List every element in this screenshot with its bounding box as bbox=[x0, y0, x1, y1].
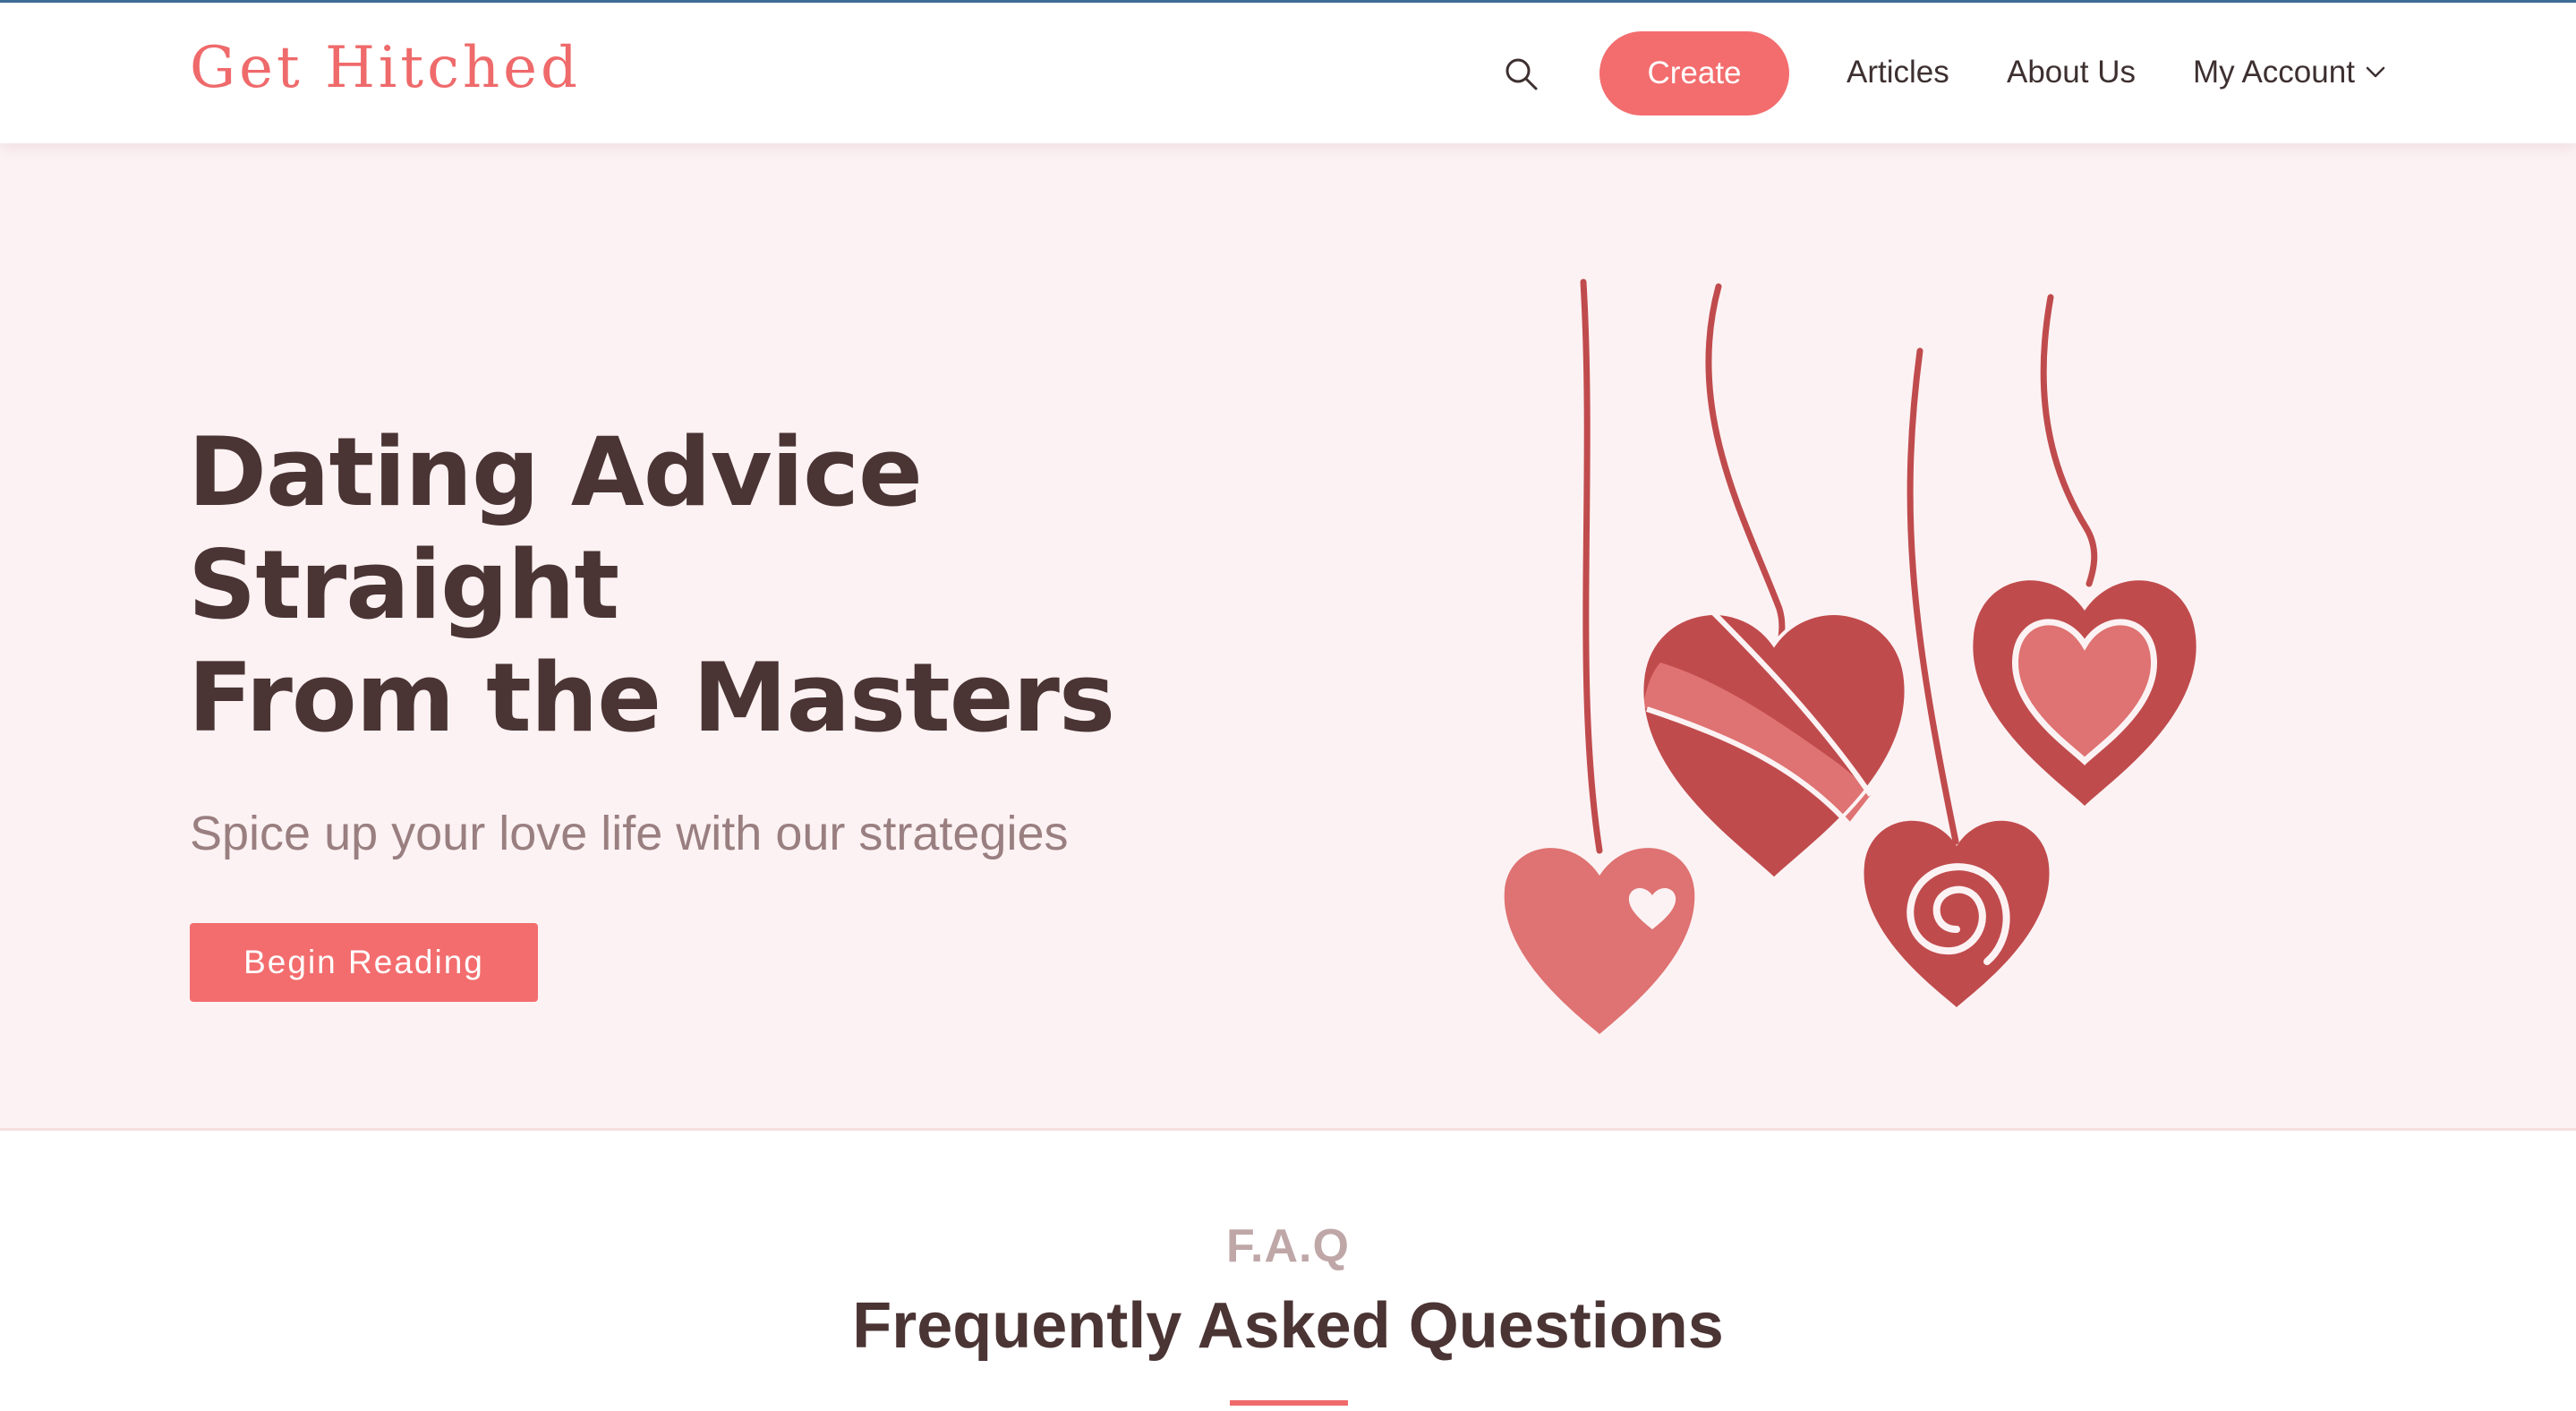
heart-string-4 bbox=[2040, 294, 2098, 587]
create-button[interactable]: Create bbox=[1599, 31, 1789, 115]
hero-title: Dating Advice Straight From the Masters bbox=[188, 416, 1352, 755]
heart-banded bbox=[1640, 606, 1908, 882]
hero-title-line-2: From the Masters bbox=[188, 643, 1115, 753]
heart-string-3 bbox=[1906, 347, 1959, 845]
heart-outlined bbox=[1973, 580, 2196, 806]
search-icon[interactable] bbox=[1504, 56, 1540, 92]
hanging-hearts-illustration bbox=[1504, 278, 2196, 1034]
hero-title-line-1: Dating Advice Straight bbox=[188, 417, 923, 640]
heart-spiral bbox=[1864, 820, 2050, 1007]
faq-divider bbox=[1230, 1400, 1348, 1406]
chevron-down-icon[interactable] bbox=[2365, 65, 2386, 80]
faq-title: Frequently Asked Questions bbox=[852, 1290, 1724, 1362]
nav-articles[interactable]: Articles bbox=[1847, 55, 1949, 90]
heart-small bbox=[1504, 848, 1695, 1034]
brand-logo[interactable]: Get Hitched bbox=[190, 35, 581, 101]
page: Get Hitched Create Articles About Us My … bbox=[0, 0, 2576, 1411]
begin-reading-button[interactable]: Begin Reading bbox=[190, 923, 538, 1002]
hero-subtitle: Spice up your love life with our strateg… bbox=[190, 807, 1069, 860]
nav-my-account[interactable]: My Account bbox=[2193, 55, 2355, 90]
heart-string-1 bbox=[1580, 278, 1603, 854]
heart-string-2 bbox=[1705, 283, 1786, 666]
site-header: Get Hitched Create Articles About Us My … bbox=[0, 3, 2576, 143]
faq-eyebrow: F.A.Q bbox=[1226, 1220, 1350, 1272]
nav-about-us[interactable]: About Us bbox=[2007, 55, 2136, 90]
